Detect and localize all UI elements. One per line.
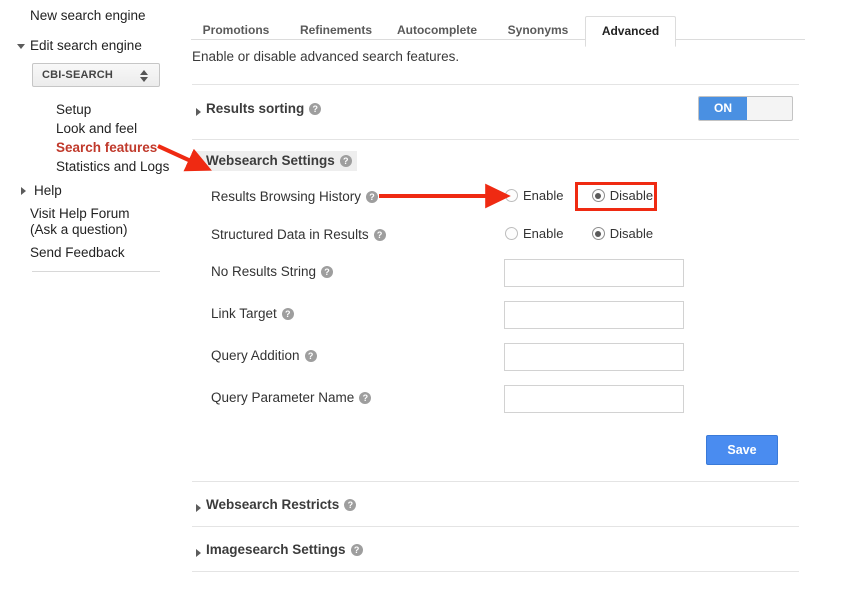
search-engine-select[interactable]: CBI-SEARCH (32, 63, 160, 87)
field-label-text: Query Parameter Name (211, 390, 355, 405)
field-label-query-parameter-name: Query Parameter Name? (211, 390, 372, 405)
chevron-right-icon (196, 504, 201, 512)
radio-disable-results-browsing-history[interactable]: Disable (591, 188, 654, 203)
radio-label: Enable (523, 188, 564, 203)
sidebar-item-new-search-engine[interactable]: New search engine (30, 8, 146, 24)
tab-refinements[interactable]: Refinements (290, 16, 382, 47)
divider-4 (192, 526, 799, 527)
sidebar-divider (32, 271, 160, 272)
results-sorting-toggle-on-label: ON (699, 97, 747, 120)
radio-circle-icon (505, 227, 518, 240)
input-link-target[interactable] (504, 301, 684, 329)
sidebar: New search engine Edit search engine CBI… (0, 0, 185, 616)
search-engine-select-value: CBI-SEARCH (42, 69, 114, 81)
divider-3 (192, 481, 799, 482)
input-query-addition[interactable] (504, 343, 684, 371)
chevron-right-icon (196, 108, 201, 116)
help-question-icon[interactable]: ? (373, 229, 386, 241)
sidebar-item-edit-search-engine[interactable]: Edit search engine (17, 38, 142, 54)
section-title-results-sorting: Results sorting (206, 101, 305, 116)
save-button[interactable]: Save (706, 435, 778, 465)
field-label-text: Link Target (211, 306, 277, 321)
section-header-results-sorting[interactable]: Results sorting? (192, 99, 326, 119)
field-label-text: Results Browsing History (211, 189, 362, 204)
field-label-no-results-string: No Results String? (211, 264, 334, 279)
results-sorting-toggle[interactable]: ON (698, 96, 793, 121)
input-query-parameter-name[interactable] (504, 385, 684, 413)
sidebar-item-edit-label: Edit search engine (30, 38, 142, 53)
help-question-icon[interactable]: ? (321, 266, 334, 278)
tab-synonyms[interactable]: Synonyms (496, 16, 580, 47)
tab-promotions[interactable]: Promotions (191, 16, 281, 47)
help-question-icon[interactable]: ? (344, 499, 357, 511)
sidebar-item-help-label: Help (34, 183, 62, 198)
input-no-results-string[interactable] (504, 259, 684, 287)
chevron-down-icon (17, 44, 25, 49)
sidebar-item-statistics-and-logs[interactable]: Statistics and Logs (56, 159, 169, 175)
select-spinner-icon (140, 69, 149, 83)
sidebar-item-help[interactable]: Help (21, 183, 62, 199)
field-label-query-addition: Query Addition? (211, 348, 317, 363)
sidebar-item-setup[interactable]: Setup (56, 102, 91, 118)
divider-5 (192, 571, 799, 572)
main-content: Promotions Refinements Autocomplete Syno… (185, 0, 851, 616)
chevron-down-icon (196, 162, 204, 167)
help-question-icon[interactable]: ? (359, 392, 372, 404)
field-label-text: No Results String (211, 264, 317, 279)
help-question-icon[interactable]: ? (304, 350, 317, 362)
page-description: Enable or disable advanced search featur… (192, 49, 460, 64)
chevron-right-icon (196, 549, 201, 557)
divider-1 (192, 84, 799, 85)
field-label-text: Query Addition (211, 348, 300, 363)
divider-2 (192, 139, 799, 140)
field-label-structured-data-in-results: Structured Data in Results? (211, 227, 386, 242)
radio-circle-selected-icon (591, 189, 605, 202)
help-question-icon[interactable]: ? (339, 155, 352, 167)
help-question-icon[interactable]: ? (366, 191, 379, 203)
radio-group-results-browsing-history: Enable Disable (505, 188, 653, 208)
section-title-websearch-restricts: Websearch Restricts (206, 497, 340, 512)
sidebar-item-look-and-feel[interactable]: Look and feel (56, 121, 137, 137)
tab-bar: Promotions Refinements Autocomplete Syno… (185, 8, 805, 47)
help-question-icon[interactable]: ? (281, 308, 294, 320)
chevron-right-icon (21, 187, 26, 195)
section-header-websearch-settings[interactable]: Websearch Settings? (192, 151, 357, 171)
field-label-text: Structured Data in Results (211, 227, 369, 242)
radio-enable-results-browsing-history[interactable]: Enable (505, 188, 563, 203)
radio-disable-structured-data[interactable]: Disable (591, 226, 654, 241)
help-question-icon[interactable]: ? (309, 103, 322, 115)
radio-label: Disable (609, 226, 654, 241)
field-label-results-browsing-history: Results Browsing History? (211, 189, 379, 204)
radio-label: Enable (523, 226, 564, 241)
section-title-websearch-settings: Websearch Settings (206, 153, 335, 168)
sidebar-item-search-features[interactable]: Search features (56, 140, 157, 156)
section-header-imagesearch-settings[interactable]: Imagesearch Settings? (192, 540, 368, 560)
radio-enable-structured-data[interactable]: Enable (505, 226, 563, 241)
help-question-icon[interactable]: ? (350, 544, 363, 556)
section-header-websearch-restricts[interactable]: Websearch Restricts? (192, 495, 361, 515)
section-title-imagesearch-settings: Imagesearch Settings (206, 542, 346, 557)
sidebar-item-visit-help-forum-sub[interactable]: (Ask a question) (30, 222, 128, 238)
tab-advanced[interactable]: Advanced (585, 16, 676, 47)
radio-group-structured-data-in-results: Enable Disable (505, 226, 653, 246)
radio-circle-icon (505, 189, 518, 202)
sidebar-item-send-feedback[interactable]: Send Feedback (30, 245, 125, 261)
tab-underline (191, 39, 805, 40)
radio-circle-selected-icon (591, 227, 605, 240)
field-label-link-target: Link Target? (211, 306, 294, 321)
sidebar-item-visit-help-forum[interactable]: Visit Help Forum (30, 206, 130, 222)
tab-autocomplete[interactable]: Autocomplete (388, 16, 486, 47)
radio-label: Disable (609, 188, 654, 203)
